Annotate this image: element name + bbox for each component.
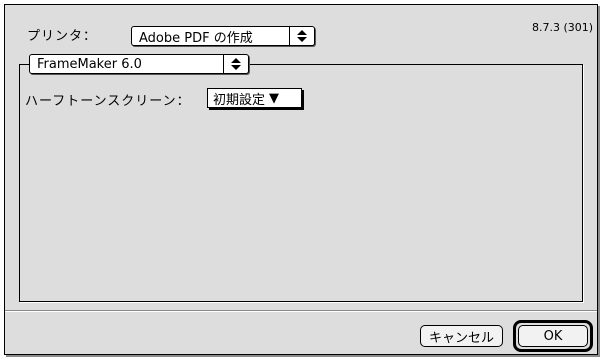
halftone-label: ハーフトーンスクリーン：	[25, 94, 191, 109]
printer-popup-value: Adobe PDF の作成	[139, 30, 253, 46]
printer-label: プリンタ：	[27, 29, 98, 44]
updown-arrows-icon	[223, 55, 248, 73]
version-text: 8.7.3 (301)	[532, 21, 594, 34]
panel-popup[interactable]: FrameMaker 6.0	[29, 54, 249, 74]
separator	[5, 310, 597, 312]
printer-popup[interactable]: Adobe PDF の作成	[131, 26, 315, 46]
triangle-down-icon: ▼	[269, 90, 280, 106]
halftone-popup-value: 初期設定	[213, 92, 266, 108]
halftone-popup[interactable]: 初期設定 ▼	[207, 88, 302, 108]
updown-arrows-icon	[289, 27, 314, 45]
cancel-button[interactable]: キャンセル	[420, 325, 503, 347]
ok-button[interactable]: OK	[518, 325, 588, 347]
panel-popup-value: FrameMaker 6.0	[37, 56, 142, 72]
print-options-dialog: プリンタ： Adobe PDF の作成 8.7.3 (301) FrameMak…	[4, 4, 598, 355]
